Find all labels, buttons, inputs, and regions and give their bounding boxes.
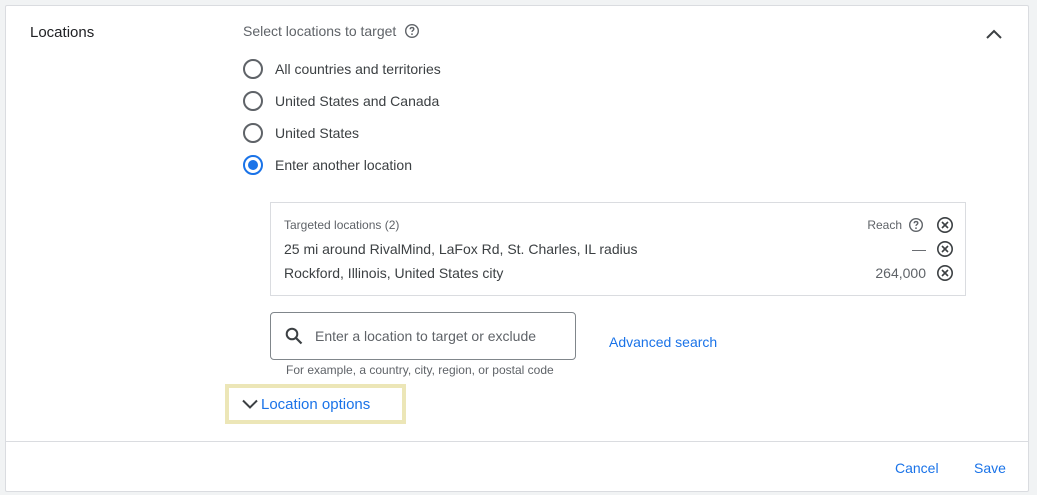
save-button[interactable]: Save (974, 460, 1006, 476)
remove-all-icon[interactable] (936, 216, 954, 234)
radio-label: United States (275, 125, 360, 141)
targeted-location-row: 25 mi around RivalMind, LaFox Rd, St. Ch… (284, 239, 954, 259)
reach-header: Reach (867, 216, 954, 234)
radio-button[interactable] (243, 123, 263, 143)
collapse-button[interactable] (982, 22, 1006, 46)
radio-label: United States and Canada (275, 93, 440, 109)
help-icon[interactable] (908, 217, 924, 233)
location-options-toggle[interactable]: Location options (225, 384, 406, 424)
radio-united-states[interactable]: United States (243, 121, 359, 145)
chevron-down-icon (242, 399, 258, 409)
location-name: Rockford, Illinois, United States city (284, 265, 504, 281)
location-search-box[interactable] (270, 312, 576, 360)
chevron-up-icon (986, 29, 1002, 39)
radio-us-canada[interactable]: United States and Canada (243, 89, 439, 113)
section-title: Locations (30, 24, 95, 41)
radio-button[interactable] (243, 91, 263, 111)
location-reach: — (912, 241, 926, 257)
targeted-locations-panel: Targeted locations (2) Reach 25 mi aroun… (270, 202, 966, 296)
targeted-location-row: Rockford, Illinois, United States city 2… (284, 263, 954, 283)
location-search-input[interactable] (313, 327, 575, 345)
radio-all-countries[interactable]: All countries and territories (243, 57, 441, 81)
radio-label: All countries and territories (275, 61, 441, 77)
advanced-search-link[interactable]: Advanced search (609, 334, 717, 350)
footer-divider (6, 441, 1028, 442)
location-options-label: Location options (261, 395, 371, 413)
radio-another-location[interactable]: Enter another location (243, 153, 412, 177)
locations-subtitle: Select locations to target (243, 23, 420, 39)
locations-card: Locations Select locations to target All… (5, 5, 1029, 492)
search-icon (285, 327, 303, 345)
radio-button[interactable] (243, 59, 263, 79)
subtitle-text: Select locations to target (243, 23, 397, 39)
radio-button-selected[interactable] (243, 155, 263, 175)
search-hint: For example, a country, city, region, or… (286, 363, 554, 377)
remove-icon[interactable] (936, 240, 954, 258)
location-reach: 264,000 (875, 265, 926, 281)
cancel-button[interactable]: Cancel (895, 460, 939, 476)
remove-icon[interactable] (936, 264, 954, 282)
help-icon[interactable] (404, 23, 420, 39)
targeted-locations-header: Targeted locations (2) (284, 218, 400, 232)
location-name: 25 mi around RivalMind, LaFox Rd, St. Ch… (284, 241, 638, 257)
reach-label: Reach (867, 218, 902, 232)
radio-label: Enter another location (275, 157, 412, 173)
